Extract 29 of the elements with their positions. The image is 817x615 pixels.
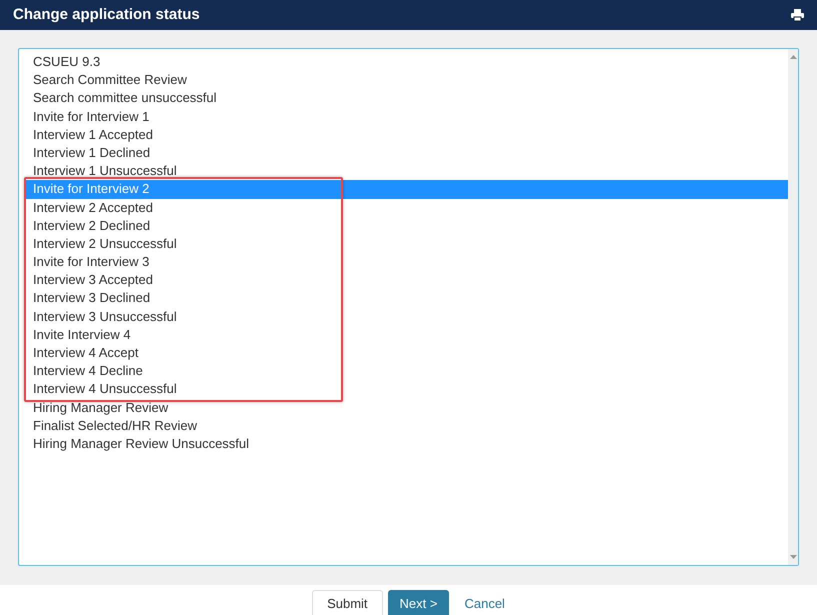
status-option[interactable]: Interview 2 Accepted: [25, 198, 788, 217]
status-option[interactable]: Invite for Interview 3: [25, 253, 788, 272]
status-option[interactable]: Invite for Interview 1: [25, 108, 788, 126]
status-option[interactable]: Invite Interview 4: [25, 326, 788, 344]
status-option[interactable]: Interview 1 Accepted: [25, 126, 788, 144]
scroll-down-icon[interactable]: [790, 555, 796, 559]
status-option[interactable]: Search Committee Review: [25, 71, 788, 90]
status-option[interactable]: Interview 4 Unsuccessful: [25, 380, 788, 399]
print-icon[interactable]: [791, 9, 804, 21]
status-option[interactable]: Interview 2 Unsuccessful: [25, 234, 788, 254]
status-option[interactable]: Interview 4 Decline: [25, 362, 788, 380]
window-title: Change application status: [13, 4, 200, 25]
status-option[interactable]: CSUEU 9.3: [25, 53, 788, 72]
status-option[interactable]: Interview 2 Declined: [25, 216, 788, 235]
status-option[interactable]: Interview 3 Declined: [25, 289, 788, 308]
status-option[interactable]: Interview 3 Accepted: [25, 271, 788, 290]
status-option[interactable]: Interview 3 Unsuccessful: [25, 308, 788, 326]
cancel-link[interactable]: Cancel: [454, 590, 515, 615]
scrollbar[interactable]: [788, 49, 798, 565]
next-button[interactable]: Next >: [388, 590, 450, 615]
status-option[interactable]: Hiring Manager Review Unsuccessful: [25, 434, 788, 454]
submit-button[interactable]: Submit: [312, 590, 383, 615]
status-option[interactable]: Finalist Selected/HR Review: [25, 416, 788, 435]
status-option[interactable]: Interview 1 Declined: [25, 144, 788, 162]
status-option[interactable]: Hiring Manager Review: [25, 398, 788, 417]
scroll-up-icon[interactable]: [790, 55, 796, 59]
status-option[interactable]: Interview 4 Accept: [25, 344, 788, 362]
status-option[interactable]: Search committee unsuccessful: [25, 89, 788, 108]
status-option[interactable]: Interview 1 Unsuccessful: [25, 162, 788, 180]
